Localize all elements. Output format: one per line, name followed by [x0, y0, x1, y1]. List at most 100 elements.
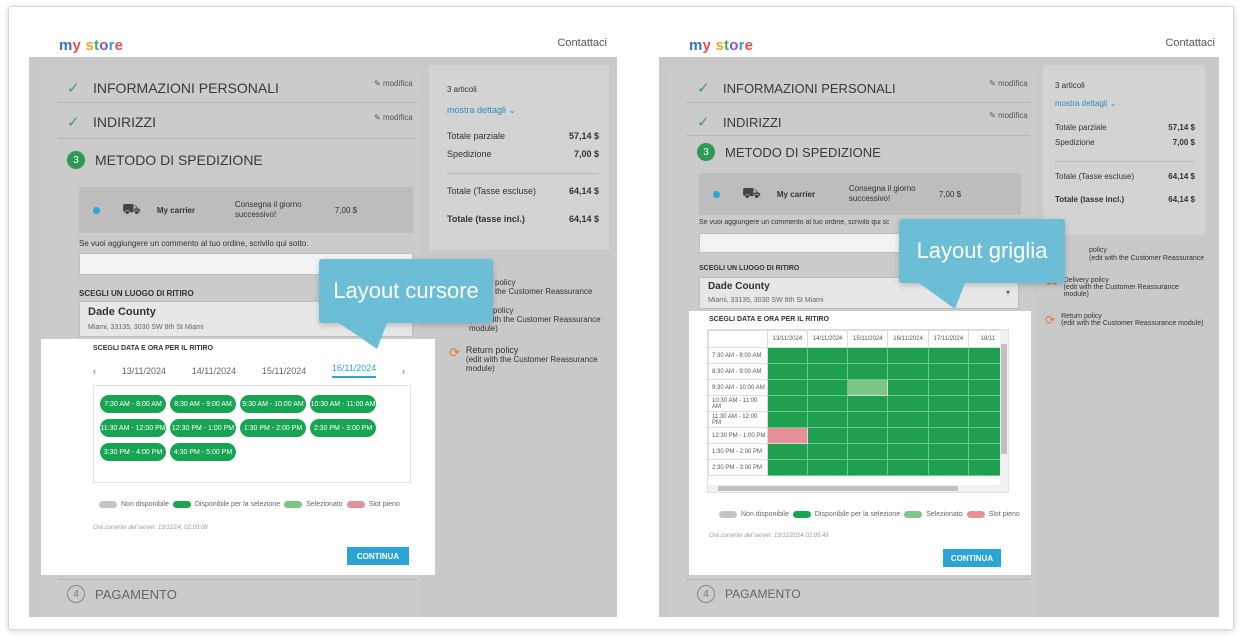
store-logo[interactable]: my store	[59, 37, 123, 54]
scrollbar-thumb[interactable]	[718, 486, 958, 491]
grid-cell[interactable]	[847, 427, 889, 444]
step-payment[interactable]: 4 PAGAMENTO	[67, 585, 177, 603]
grid-cell[interactable]	[887, 379, 929, 396]
store-logo[interactable]: my store	[689, 37, 753, 54]
time-slot[interactable]: 10:30 AM - 11:00 AM	[310, 395, 376, 413]
grid-cell[interactable]	[766, 459, 809, 476]
grid-cell[interactable]	[766, 443, 809, 460]
legend-label: Slot pieno	[988, 511, 1020, 518]
contact-link[interactable]: Contattaci	[557, 37, 607, 49]
grid-cell[interactable]	[847, 363, 889, 380]
grid-cell[interactable]	[927, 459, 969, 476]
step-personal-info[interactable]: ✓ INFORMAZIONI PERSONALI	[67, 79, 279, 97]
time-slot[interactable]: 2:30 PM - 3:00 PM	[310, 419, 376, 437]
grid-cell[interactable]	[847, 395, 889, 412]
grid-cell[interactable]	[806, 427, 849, 444]
carrier-delay: Consegna il giorno successivo!	[848, 184, 916, 203]
step-addresses[interactable]: ✓ INDIRIZZI	[697, 113, 782, 131]
time-slot[interactable]: 3:30 PM - 4:00 PM	[100, 443, 166, 461]
date-tab[interactable]: 15/11/2024	[262, 366, 306, 376]
edit-label: modifica	[382, 113, 413, 122]
time-slot[interactable]: 9:30 AM - 10:00 AM	[240, 395, 306, 413]
prev-date-icon[interactable]: ‹	[93, 366, 96, 376]
carrier-option[interactable]: ⛟ My carrier Consegna il giorno successi…	[79, 187, 413, 233]
grid-cell[interactable]	[766, 347, 809, 364]
show-details-link[interactable]: mostra dettagli ⌄	[1055, 99, 1116, 108]
grid-cell[interactable]	[847, 347, 889, 364]
policy-sub: (edit with the Customer Reassurance modu…	[465, 355, 598, 373]
grid-cell[interactable]	[887, 411, 929, 428]
grid-cell[interactable]	[887, 347, 929, 364]
date-tab-active[interactable]: 16/11/2024	[331, 363, 377, 378]
grid-cell[interactable]	[847, 459, 889, 476]
divider	[687, 102, 1031, 103]
grid-cell[interactable]	[806, 459, 849, 476]
grid-cell-selected[interactable]	[847, 379, 889, 396]
contact-link[interactable]: Contattaci	[1165, 37, 1215, 49]
next-date-icon[interactable]: ›	[402, 366, 405, 376]
continue-button[interactable]: CONTINUA	[943, 549, 1001, 567]
grid-cell[interactable]	[806, 395, 849, 412]
grid-cell[interactable]	[766, 363, 809, 380]
grid-cell[interactable]	[847, 411, 889, 428]
policy-title: Return policy	[1061, 313, 1102, 320]
pickup-address: Miami, 33135, 3030 SW 8th St Miami	[88, 324, 204, 331]
grid-cell[interactable]	[887, 443, 929, 460]
time-slot[interactable]: 4:30 PM - 5:00 PM	[170, 443, 236, 461]
divider	[57, 138, 417, 139]
continue-button[interactable]: CONTINUA	[347, 547, 409, 565]
carrier-radio[interactable]	[713, 190, 720, 198]
grid-cell[interactable]	[927, 379, 969, 396]
pickup-store: Dade County	[708, 281, 770, 292]
scrollbar-thumb[interactable]	[1001, 344, 1007, 454]
date-tab[interactable]: 13/11/2024	[122, 366, 166, 376]
step-payment[interactable]: 4 PAGAMENTO	[697, 585, 801, 603]
legend-swatch-unavailable	[99, 501, 117, 508]
panel-slider-layout: my store Contattaci ✓ INFORMAZIONI PERSO…	[29, 27, 617, 617]
time-slot[interactable]: 7:30 AM - 8:00 AM	[100, 395, 166, 413]
step-title: INDIRIZZI	[723, 114, 782, 130]
grid-cell[interactable]	[927, 395, 969, 412]
grid-cell[interactable]	[806, 347, 849, 364]
grid-cell[interactable]	[806, 363, 849, 380]
grid-cell[interactable]	[847, 443, 889, 460]
grid-cell[interactable]	[766, 379, 809, 396]
grid-date-header: 16/11/2024	[887, 330, 929, 348]
time-slot[interactable]: 8:30 AM - 9:00 AM	[170, 395, 236, 413]
grid-cell[interactable]	[927, 363, 969, 380]
grid-date-header: 13/11/2024	[766, 330, 809, 348]
date-tab[interactable]: 14/11/2024	[192, 366, 236, 376]
carrier-price: 7,00 $	[938, 189, 962, 199]
time-slot[interactable]: 11:30 AM - 12:00 PM	[100, 419, 166, 437]
grid-cell[interactable]	[766, 395, 809, 412]
grid-cell[interactable]	[927, 443, 969, 460]
grid-cell[interactable]	[887, 459, 929, 476]
carrier-name: My carrier	[156, 205, 196, 215]
time-slot[interactable]: 1:30 PM - 2:00 PM	[240, 419, 306, 437]
callout-grid-layout: Layout griglia	[899, 219, 1065, 283]
grid-cell[interactable]	[927, 347, 969, 364]
show-details-link[interactable]: mostra dettagli ⌄	[447, 105, 516, 116]
grid-cell[interactable]	[887, 395, 929, 412]
grid-cell[interactable]	[927, 427, 969, 444]
time-slot[interactable]: 12:30 PM - 1:00 PM	[170, 419, 236, 437]
carrier-radio[interactable]	[93, 206, 100, 214]
grid-cell[interactable]	[806, 379, 849, 396]
grid-cell[interactable]	[887, 363, 929, 380]
slot-grid[interactable]: 13/11/2024 14/11/2024 15/11/2024 16/11/2…	[707, 329, 1009, 493]
refresh-icon: ⟳	[449, 345, 460, 360]
grid-cell[interactable]	[887, 427, 929, 444]
carrier-option[interactable]: ⛟ My carrier Consegna il giorno successi…	[699, 173, 1021, 215]
step-personal-info[interactable]: ✓ INFORMAZIONI PERSONALI	[697, 79, 896, 97]
legend-label: Slot pieno	[368, 501, 400, 508]
vertical-scrollbar[interactable]	[1000, 330, 1008, 492]
grid-time-label: 1:30 PM - 2:00 PM	[708, 443, 768, 460]
grid-cell[interactable]	[766, 411, 809, 428]
grid-cell[interactable]	[806, 411, 849, 428]
policy-sub: the Customer Reassurance	[495, 286, 593, 296]
grid-cell[interactable]	[806, 443, 849, 460]
grid-cell[interactable]	[927, 411, 969, 428]
horizontal-scrollbar[interactable]	[708, 485, 1002, 492]
divider	[1055, 161, 1195, 162]
step-addresses[interactable]: ✓ INDIRIZZI	[67, 113, 156, 131]
